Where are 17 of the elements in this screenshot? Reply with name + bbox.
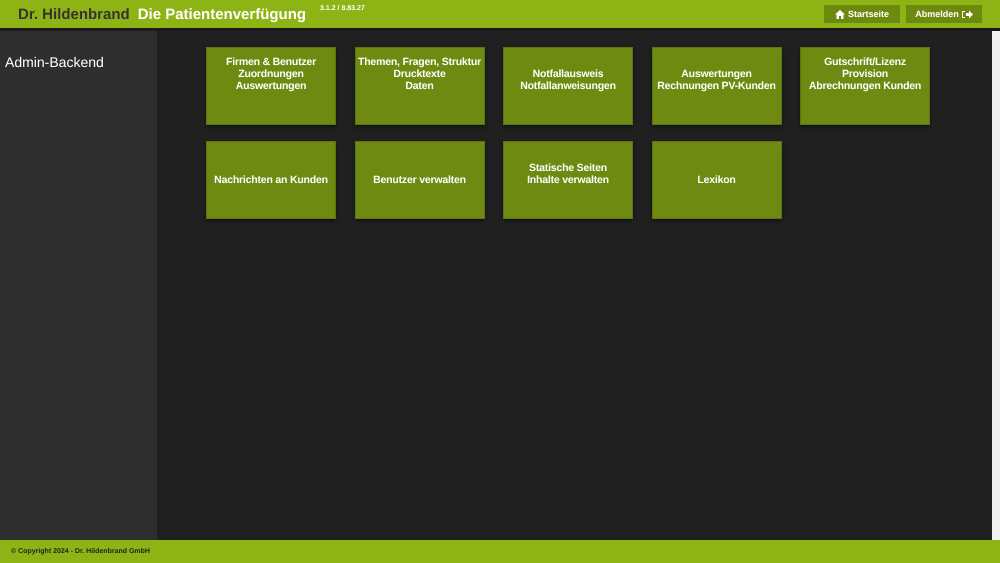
menu-tile[interactable]: Benutzer verwalten bbox=[354, 141, 484, 219]
logout-button[interactable]: Abmelden bbox=[906, 5, 982, 23]
menu-tile[interactable]: Themen, Fragen, Struktur Drucktexte Daten bbox=[354, 47, 484, 125]
menu-tile[interactable]: Firmen & Benutzer Zuordnungen Auswertungen bbox=[206, 47, 336, 125]
brand-name: Dr. Hildenbrand bbox=[18, 6, 130, 22]
menu-tile[interactable]: Notfallausweis Notfallanweisungen bbox=[503, 47, 633, 125]
menu-tile[interactable]: Gutschrift/Lizenz Provision Abrechnungen Kunden bbox=[800, 47, 930, 125]
home-button[interactable]: Startseite bbox=[824, 5, 900, 23]
menu-tile[interactable]: Nachrichten an Kunden bbox=[206, 141, 336, 219]
menu-tile[interactable]: Statische Seiten Inhalte verwalten bbox=[503, 141, 633, 219]
sidebar-title: Admin-Backend bbox=[5, 54, 104, 70]
scrollbar[interactable] bbox=[992, 31, 1000, 540]
logout-icon bbox=[962, 10, 973, 18]
menu-tile[interactable]: Lexikon bbox=[652, 141, 782, 219]
app-title: Die Patientenverfügung bbox=[138, 6, 306, 22]
menu-tile[interactable]: Auswertungen Rechnungen PV-Kunden bbox=[652, 47, 782, 125]
home-icon bbox=[834, 10, 845, 18]
